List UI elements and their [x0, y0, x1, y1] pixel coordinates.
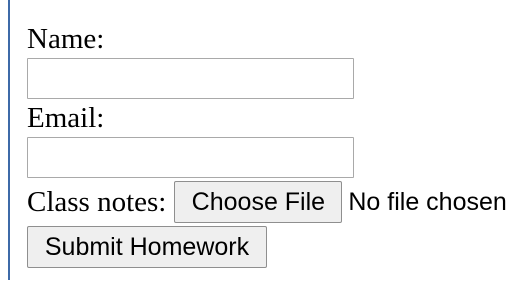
- submit-homework-button[interactable]: Submit Homework: [27, 226, 267, 268]
- homework-form: Name: Email: Class notes: Choose File No…: [27, 22, 517, 268]
- choose-file-button[interactable]: Choose File: [174, 181, 343, 223]
- class-notes-label: Class notes:: [27, 186, 167, 218]
- name-label: Name:: [27, 23, 105, 55]
- name-input[interactable]: [27, 58, 354, 99]
- class-notes-row: Class notes: Choose File No file chosen: [27, 180, 517, 224]
- email-label: Email:: [27, 102, 105, 134]
- email-input[interactable]: [27, 137, 354, 178]
- page: Name: Email: Class notes: Choose File No…: [0, 0, 520, 297]
- file-status-text: No file chosen: [348, 187, 507, 216]
- left-border-line: [8, 0, 10, 280]
